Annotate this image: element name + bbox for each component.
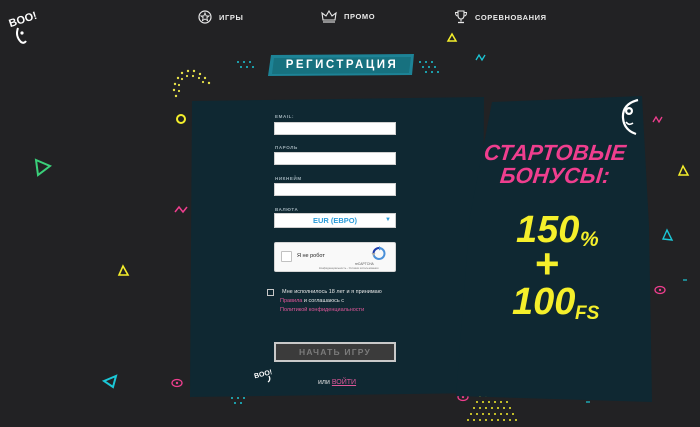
login-line: или ВОЙТИ: [318, 379, 356, 386]
dot-grid-decoration: [419, 61, 439, 73]
dot-grid-decoration-bottom: [231, 397, 245, 404]
recaptcha-label: Я не робот: [297, 253, 325, 259]
currency-value: EUR (ЕВРО): [312, 216, 358, 225]
recaptcha-brand: reCAPTCHA: [355, 262, 374, 266]
recaptcha-icon: [371, 246, 386, 260]
free-spins-unit: FS: [575, 303, 600, 324]
triangle-decoration: [591, 381, 608, 397]
age-agreement-checkbox[interactable]: [267, 289, 274, 296]
zigzag-decoration: [475, 53, 486, 62]
agreement-text-line1: Мне исполнилось 18 лет и я принимаю: [282, 289, 382, 295]
zigzag-decoration: [174, 205, 188, 214]
logo-text: BOO!: [8, 10, 38, 30]
nav-promo[interactable]: ПРОМО: [321, 10, 375, 23]
login-link[interactable]: ВОЙТИ: [332, 379, 356, 386]
free-spins-value: 100: [512, 281, 576, 323]
nav-label: ПРОМО: [344, 12, 376, 21]
promo-heading-line2: БОНУСЫ:: [498, 163, 612, 188]
nickname-label: НИКНЕЙМ: [275, 176, 302, 181]
booi-small-logo: BOO!: [254, 369, 273, 383]
booi-logo[interactable]: BOO!: [8, 6, 38, 46]
email-field[interactable]: [274, 122, 396, 135]
eye-decoration: [171, 263, 666, 402]
recaptcha-widget: Я не робот reCAPTCHA Конфиденциальность …: [274, 242, 396, 272]
chevron-down-icon: ▼: [385, 217, 391, 223]
start-game-button[interactable]: НАЧАТЬ ИГРУ: [274, 342, 396, 362]
agreement-text-line2: Правила и соглашаюсь с: [280, 298, 344, 304]
currency-select[interactable]: EUR (ЕВРО) ▼: [274, 213, 396, 228]
recaptcha-links[interactable]: Конфиденциальность - Условия использован…: [319, 267, 378, 270]
tick-decoration-pink: [470, 220, 501, 303]
zigzag-decoration: [652, 115, 663, 124]
ring-decoration: [176, 114, 186, 124]
svg-text:BOO!: BOO!: [254, 369, 273, 380]
percent-sign: %: [580, 228, 599, 251]
triangle-decoration: [661, 228, 674, 241]
recaptcha-checkbox[interactable]: [281, 251, 292, 262]
dot-triangle-decoration: [467, 389, 517, 421]
dot-cluster-decoration: [237, 61, 254, 68]
nav-tournaments[interactable]: СОРЕВНОВАНИЯ: [454, 10, 547, 24]
nav-games[interactable]: ИГРЫ: [198, 10, 243, 24]
triangle-decoration: [101, 374, 118, 389]
triangle-decoration: [446, 32, 458, 42]
nav-label: СОРЕВНОВАНИЯ: [475, 12, 547, 22]
or-text: или: [318, 379, 332, 386]
dice-icon: [198, 10, 212, 24]
email-label: EMAIL:: [275, 114, 295, 119]
password-label: ПАРОЛЬ: [275, 145, 298, 150]
currency-label: ВАЛЮТА: [275, 207, 299, 212]
registration-title: РЕГИСТРАЦИЯ: [285, 59, 399, 71]
triangle-decoration: [117, 264, 130, 276]
rules-link[interactable]: Правила: [280, 298, 302, 304]
triangle-decoration: [677, 164, 690, 176]
ghost-mascot-icon: [621, 98, 639, 136]
dotted-ring-decoration: [172, 69, 211, 98]
nickname-field[interactable]: [274, 183, 396, 196]
password-field[interactable]: [274, 152, 396, 165]
crown-icon: [321, 10, 337, 23]
triangle-decoration: [34, 158, 52, 177]
nav-label: ИГРЫ: [219, 12, 244, 22]
agreement-text-middle: и соглашаюсь с: [302, 298, 344, 304]
privacy-policy-link[interactable]: Политикой конфиденциальности: [280, 307, 364, 313]
trophy-icon: [454, 10, 468, 24]
